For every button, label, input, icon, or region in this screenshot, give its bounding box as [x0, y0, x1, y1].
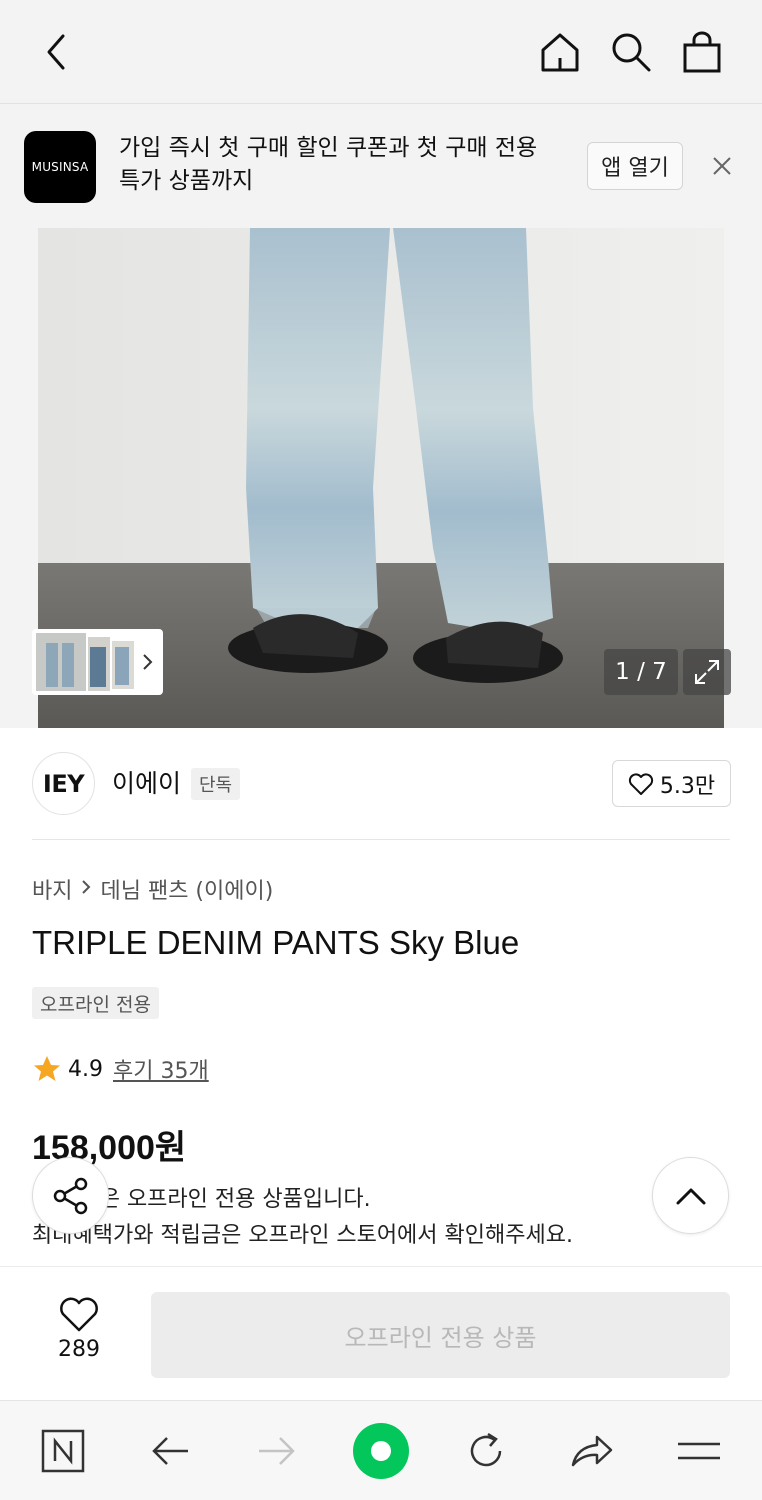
- image-counter: 1 / 7: [604, 649, 678, 695]
- brand-name[interactable]: 이에이: [112, 764, 181, 800]
- product-title: TRIPLE DENIM PANTS Sky Blue: [32, 924, 520, 961]
- brand-like-button[interactable]: 5.3만: [612, 760, 731, 807]
- close-icon[interactable]: [704, 148, 740, 184]
- share-arrow-icon[interactable]: [562, 1421, 622, 1481]
- reviews-link[interactable]: 후기 35개: [113, 1053, 209, 1085]
- breadcrumb: 바지 데님 팬츠 (이에이): [32, 873, 273, 905]
- offline-only-button[interactable]: 오프라인 전용 상품: [151, 1292, 730, 1378]
- expand-icon[interactable]: [683, 649, 731, 695]
- shopping-bag-icon[interactable]: [676, 26, 728, 78]
- purchase-bar: 289 오프라인 전용 상품: [0, 1266, 762, 1400]
- open-app-button[interactable]: 앱 열기: [587, 142, 683, 190]
- rating-row: 4.9 후기 35개: [32, 1052, 209, 1086]
- breadcrumb-subcategory[interactable]: 데님 팬츠 (이에이): [100, 873, 273, 905]
- star-icon: [34, 1056, 60, 1081]
- top-nav-bar: [0, 0, 762, 104]
- musinsa-logo: MUSINSA: [24, 131, 96, 203]
- exclusive-badge: 단독: [191, 768, 241, 800]
- heart-icon: [60, 1297, 98, 1332]
- promo-message: 가입 즉시 첫 구매 할인 쿠폰과 첫 구매 전용 특가 상품까지: [119, 135, 538, 194]
- scroll-top-button[interactable]: [652, 1157, 729, 1234]
- wishlist-button[interactable]: 289: [38, 1295, 120, 1375]
- brand-like-count: 5.3만: [659, 773, 716, 799]
- home-icon[interactable]: [534, 26, 586, 78]
- offline-notice: 이 상품은 오프라인 전용 상품입니다. 최대혜택가와 적립금은 오프라인 스토…: [32, 1182, 573, 1254]
- arrow-right-icon: [246, 1421, 306, 1481]
- chevron-right-icon: [80, 877, 92, 902]
- green-dot-icon[interactable]: [351, 1421, 411, 1481]
- brand-row: IEY 이에이 단독 5.3만: [0, 728, 762, 840]
- notice-line-1: 이 상품은 오프라인 전용 상품입니다.: [32, 1187, 371, 1212]
- app-promo-banner: MUSINSA 가입 즉시 첫 구매 할인 쿠폰과 첫 구매 전용 특가 상품까…: [0, 104, 762, 228]
- naver-n-icon[interactable]: [33, 1421, 93, 1481]
- menu-icon[interactable]: [669, 1421, 729, 1481]
- chevron-left-icon[interactable]: [30, 26, 82, 78]
- share-icon: [53, 1177, 87, 1214]
- share-button[interactable]: [32, 1157, 109, 1234]
- arrow-left-icon[interactable]: [141, 1421, 201, 1481]
- brand-logo[interactable]: IEY: [32, 752, 95, 815]
- offline-only-tag: 오프라인 전용: [32, 987, 159, 1019]
- breadcrumb-category[interactable]: 바지: [32, 873, 72, 905]
- refresh-icon[interactable]: [456, 1421, 516, 1481]
- notice-line-2: 최대혜택가와 적립금은 오프라인 스토어에서 확인해주세요.: [32, 1223, 573, 1248]
- thumbnail-strip[interactable]: [32, 629, 163, 695]
- product-gallery: 1 / 7: [0, 228, 762, 728]
- search-icon[interactable]: [605, 26, 657, 78]
- heart-icon: [628, 772, 653, 795]
- browser-nav-bar: [0, 1400, 762, 1500]
- wishlist-count: 289: [58, 1337, 100, 1362]
- chevron-up-icon: [676, 1188, 705, 1204]
- rating-score: 4.9: [68, 1056, 103, 1082]
- divider: [32, 839, 730, 840]
